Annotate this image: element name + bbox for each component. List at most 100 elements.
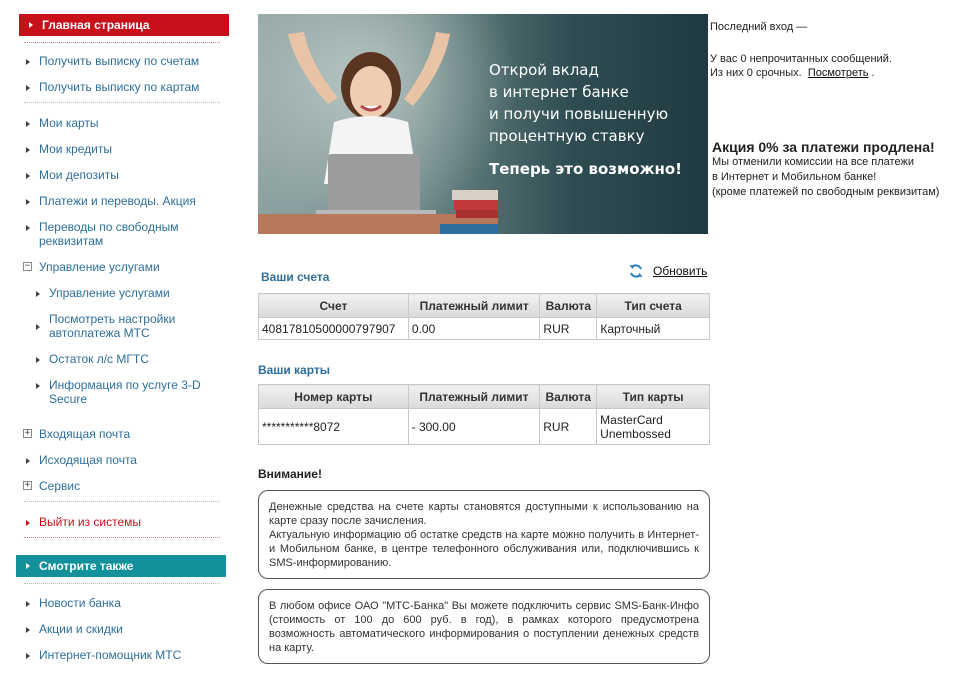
arrow-right-icon	[26, 173, 30, 179]
refresh-label: Обновить	[653, 264, 708, 278]
sidebar-item-promotions[interactable]: Акции и скидки	[16, 622, 230, 636]
arrow-right-icon	[26, 601, 30, 607]
sidebar-item-home[interactable]: Главная страница	[19, 14, 229, 36]
arrow-right-icon	[36, 324, 40, 330]
sidebar-item-label: Выйти из системы	[39, 515, 142, 529]
banner-line: в интернет банке	[489, 83, 629, 101]
arrow-right-icon	[36, 291, 40, 297]
card-type-cell: MasterCard Unembossed	[596, 408, 710, 445]
divider	[24, 42, 220, 43]
notice-box: Денежные средства на счете карты становя…	[258, 490, 710, 579]
sidebar-subitem-mgts-balance[interactable]: Остаток л/с МГТС	[16, 352, 230, 366]
table-row[interactable]: ***********8072 - 300.00 RUR MasterCard …	[258, 408, 710, 445]
promo-title: Акция 0% за платежи продлена!	[712, 139, 935, 155]
sidebar-subitem-autopay-settings[interactable]: Посмотреть настройки автоплатежа МТС	[16, 312, 230, 340]
sidebar-item-label: Входящая почта	[39, 427, 131, 441]
table-row[interactable]: 40817810500000797907 0.00 RUR Карточный	[258, 317, 710, 340]
currency-cell: RUR	[539, 408, 598, 445]
sidebar-item-label: Мои карты	[39, 116, 99, 130]
banner-line: Открой вклад	[489, 61, 599, 79]
refresh-icon	[629, 264, 643, 278]
arrow-right-icon	[26, 147, 30, 153]
urgent-messages-text: Из них 0 срочных.	[710, 67, 802, 79]
sidebar-item-label: Главная страница	[42, 18, 150, 32]
arrow-right-icon	[26, 85, 30, 91]
sidebar-item-label: Переводы по свободным реквизитам	[39, 220, 179, 248]
sidebar-nav: Главная страница Получить выписку по сче…	[16, 14, 230, 662]
accounts-table: Счет Платежный лимит Валюта Тип счета 40…	[258, 293, 710, 340]
session-info: Последний вход — У вас 0 непрочитанных с…	[710, 20, 965, 80]
refresh-button[interactable]: Обновить	[628, 263, 707, 279]
sidebar-item-card-statement[interactable]: Получить выписку по картам	[16, 80, 230, 94]
table-header-row: Номер карты Платежный лимит Валюта Тип к…	[258, 384, 710, 409]
arrow-right-icon	[26, 627, 30, 633]
arrow-right-icon	[36, 357, 40, 363]
account-type-cell: Карточный	[596, 317, 710, 340]
banner-text: Открой вклад в интернет банке и получи п…	[489, 59, 668, 147]
table-header-row: Счет Платежный лимит Валюта Тип счета	[258, 293, 710, 318]
collapse-icon[interactable]: −	[23, 262, 32, 271]
arrow-right-icon	[26, 59, 30, 65]
banner-headline: Теперь это возможно!	[489, 160, 683, 178]
column-header: Тип счета	[596, 293, 710, 318]
column-header: Валюта	[539, 384, 598, 409]
sidebar-item-label: Интернет-помощник МТС	[39, 648, 182, 662]
sidebar-item-label: Управление услугами	[39, 260, 160, 274]
account-number-cell[interactable]: 40817810500000797907	[258, 317, 409, 340]
sidebar-item-services[interactable]: − Управление услугами	[16, 260, 230, 274]
sidebar-item-bank-news[interactable]: Новости банка	[16, 596, 230, 610]
banner-line: и получи повышенную	[489, 105, 669, 123]
column-header: Платежный лимит	[407, 384, 541, 409]
banner-line: процентную ставку	[489, 127, 645, 145]
arrow-right-icon	[26, 225, 30, 231]
payment-limit-cell: 0.00	[407, 317, 541, 340]
expand-icon[interactable]: +	[23, 481, 32, 490]
column-header: Тип карты	[596, 384, 710, 409]
see-also-header: Смотрите также	[16, 555, 226, 577]
sidebar-item-mts-assistant[interactable]: Интернет-помощник МТС	[16, 648, 230, 662]
arrow-right-icon	[26, 520, 30, 526]
sidebar-item-logout[interactable]: Выйти из системы	[16, 515, 230, 529]
sidebar-item-label: Остаток л/с МГТС	[49, 352, 149, 366]
cards-table: Номер карты Платежный лимит Валюта Тип к…	[258, 384, 710, 445]
sidebar-item-service[interactable]: + Сервис	[16, 479, 230, 493]
sidebar-item-my-cards[interactable]: Мои карты	[16, 116, 230, 130]
see-also-label: Смотрите также	[39, 559, 134, 573]
payment-limit-cell: - 300.00	[407, 408, 541, 445]
sidebar-subitem-3d-secure[interactable]: Информация по услуге 3-D Secure	[16, 378, 230, 406]
sidebar-item-label: Мои депозиты	[39, 168, 119, 182]
sidebar-subitem-manage-services[interactable]: Управление услугами	[16, 286, 230, 300]
arrow-right-icon	[26, 121, 30, 127]
sidebar-item-my-loans[interactable]: Мои кредиты	[16, 142, 230, 156]
sidebar-item-label: Сервис	[39, 479, 81, 493]
divider	[24, 583, 220, 584]
arrow-right-icon	[29, 21, 33, 28]
arrow-right-icon	[26, 458, 30, 464]
arrow-right-icon	[26, 199, 30, 205]
column-header: Платежный лимит	[407, 293, 541, 318]
sidebar-item-label: Новости банка	[39, 596, 121, 610]
sidebar-item-account-statement[interactable]: Получить выписку по счетам	[16, 54, 230, 68]
promo-text: Мы отменили комиссии на все платежи	[712, 156, 914, 168]
sidebar-item-payments[interactable]: Платежи и переводы. Акция	[16, 194, 230, 208]
sidebar-item-inbox[interactable]: + Входящая почта	[16, 427, 230, 441]
column-header: Валюта	[539, 293, 598, 318]
arrow-right-icon	[26, 653, 30, 659]
accounts-section-title: Ваши счета	[261, 270, 330, 284]
expand-icon[interactable]: +	[23, 429, 32, 438]
view-messages-link[interactable]: Посмотреть	[808, 67, 869, 79]
divider	[24, 102, 220, 103]
notice-text: Актуальную информацию об остатке средств…	[269, 529, 699, 569]
card-number-cell[interactable]: ***********8072	[258, 408, 409, 445]
divider	[24, 501, 220, 502]
promo-banner[interactable]: Открой вклад в интернет банке и получи п…	[258, 14, 708, 234]
attention-title: Внимание!	[258, 467, 322, 481]
sidebar-item-my-deposits[interactable]: Мои депозиты	[16, 168, 230, 182]
sidebar-item-free-transfers[interactable]: Переводы по свободным реквизитам	[16, 220, 230, 248]
sidebar-item-label: Акции и скидки	[39, 622, 123, 636]
promo-notice: Акция 0% за платежи продлена! Мы отменил…	[712, 139, 962, 200]
sidebar-item-outbox[interactable]: Исходящая почта	[16, 453, 230, 467]
column-header: Номер карты	[258, 384, 409, 409]
promo-text: (кроме платежей по свободным реквизитам)	[712, 186, 940, 198]
sidebar-item-label: Исходящая почта	[39, 453, 137, 467]
